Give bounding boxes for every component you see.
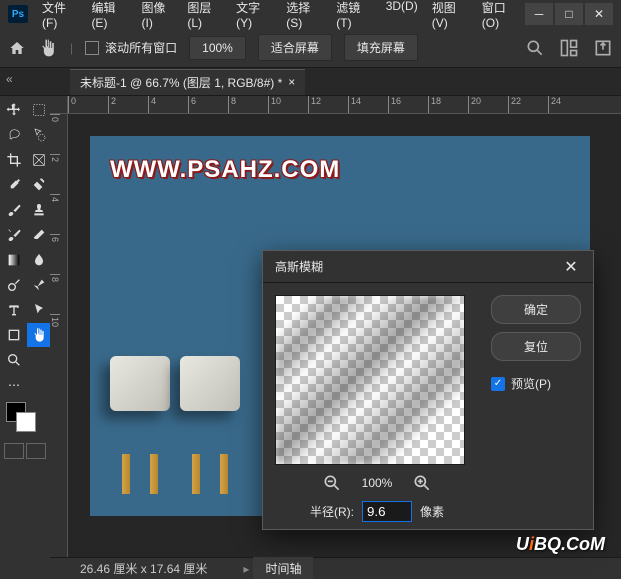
background-color[interactable]	[16, 412, 36, 432]
fill-screen-button[interactable]: 填充屏幕	[344, 34, 418, 61]
site-watermark: UiBQ.CoM	[516, 534, 605, 555]
vertical-ruler[interactable]: 0246810	[50, 114, 68, 579]
tab-close-icon[interactable]: ×	[288, 75, 295, 89]
color-swatches[interactable]	[2, 398, 51, 440]
document-tab-title: 未标题-1 @ 66.7% (图层 1, RGB/8#) *	[80, 74, 282, 91]
fit-screen-button[interactable]: 适合屏幕	[258, 34, 332, 61]
status-bar: 26.46 厘米 x 17.64 厘米 ▸ 时间轴	[50, 557, 621, 579]
app-icon: Ps	[8, 5, 28, 23]
maximize-button[interactable]: □	[555, 3, 583, 25]
screen-mode-buttons	[2, 441, 51, 461]
zoom-in-icon[interactable]	[412, 473, 432, 493]
document-tab[interactable]: 未标题-1 @ 66.7% (图层 1, RGB/8#) * ×	[70, 69, 305, 95]
move-tool[interactable]	[2, 98, 26, 122]
horizontal-ruler[interactable]: 024681012141618202224	[68, 96, 621, 114]
screen-mode-toggle[interactable]	[26, 443, 46, 459]
menu-view[interactable]: 视图(V)	[426, 0, 474, 34]
quick-select-tool[interactable]	[27, 123, 51, 147]
menu-file[interactable]: 文件(F)	[36, 0, 83, 34]
eyedropper-tool[interactable]	[2, 173, 26, 197]
radius-unit: 像素	[420, 503, 444, 520]
menu-window[interactable]: 窗口(O)	[476, 0, 525, 34]
zoom-out-icon[interactable]	[322, 473, 342, 493]
preview-checkbox-label: 预览(P)	[511, 375, 551, 392]
frame-tool[interactable]	[27, 148, 51, 172]
title-bar: Ps 文件(F) 编辑(E) 图像(I) 图层(L) 文字(Y) 选择(S) 滤…	[0, 0, 621, 28]
share-icon[interactable]	[593, 38, 613, 58]
ruler-origin[interactable]	[50, 96, 68, 114]
dialog-close-button[interactable]: ✕	[561, 257, 581, 277]
menu-3d[interactable]: 3D(D)	[380, 0, 424, 34]
radius-label: 半径(R):	[310, 503, 354, 520]
close-button[interactable]: ✕	[585, 3, 613, 25]
zoom-tool[interactable]	[2, 348, 26, 372]
stamp-tool[interactable]	[27, 198, 51, 222]
radius-input[interactable]	[362, 501, 412, 522]
dodge-tool[interactable]	[2, 273, 26, 297]
pen-tool[interactable]	[27, 273, 51, 297]
gradient-tool[interactable]	[2, 248, 26, 272]
ok-button[interactable]: 确定	[491, 295, 581, 324]
dialog-title-bar[interactable]: 高斯模糊 ✕	[263, 251, 593, 283]
preview-thumbnail[interactable]	[275, 295, 465, 465]
crop-tool[interactable]	[2, 148, 26, 172]
menu-bar: 文件(F) 编辑(E) 图像(I) 图层(L) 文字(Y) 选择(S) 滤镜(T…	[36, 0, 525, 34]
menu-select[interactable]: 选择(S)	[280, 0, 328, 34]
quick-mask-toggle[interactable]	[4, 443, 24, 459]
preview-zoom-level: 100%	[362, 476, 393, 490]
lasso-tool[interactable]	[2, 123, 26, 147]
eraser-tool[interactable]	[27, 223, 51, 247]
search-icon[interactable]	[525, 38, 545, 58]
marquee-tool[interactable]	[27, 98, 51, 122]
edit-toolbar[interactable]: ⋯	[2, 373, 26, 397]
shape-tool[interactable]	[2, 323, 26, 347]
menu-edit[interactable]: 编辑(E)	[85, 0, 133, 34]
collapse-icon[interactable]: «	[6, 72, 13, 86]
scroll-all-label: 滚动所有窗口	[105, 39, 177, 56]
menu-type[interactable]: 文字(Y)	[230, 0, 278, 34]
minimize-button[interactable]: ─	[525, 3, 553, 25]
home-icon[interactable]	[8, 40, 26, 56]
gaussian-blur-dialog: 高斯模糊 ✕ 100% 半径(R): 像素 确定 复位 ✓ 预览(P)	[262, 250, 594, 530]
zoom-level-button[interactable]: 100%	[189, 36, 246, 60]
document-dimensions: 26.46 厘米 x 17.64 厘米	[50, 560, 237, 577]
checkmark-icon: ✓	[491, 377, 505, 391]
options-bar: | 滚动所有窗口 100% 适合屏幕 填充屏幕	[0, 28, 621, 68]
tool-palette: ⋯	[0, 96, 50, 579]
blur-tool[interactable]	[27, 248, 51, 272]
canvas-image-content	[110, 356, 240, 456]
brush-tool[interactable]	[2, 198, 26, 222]
canvas-watermark-text: WWW.PSAHZ.COM	[90, 136, 590, 184]
status-chevron-icon[interactable]: ▸	[243, 562, 249, 576]
type-tool[interactable]	[2, 298, 26, 322]
menu-layer[interactable]: 图层(L)	[181, 0, 228, 34]
hand-tool-icon[interactable]	[38, 38, 58, 58]
history-brush-tool[interactable]	[2, 223, 26, 247]
healing-tool[interactable]	[27, 173, 51, 197]
reset-button[interactable]: 复位	[491, 332, 581, 361]
scroll-all-checkbox[interactable]: 滚动所有窗口	[85, 39, 177, 56]
workspace-icon[interactable]	[559, 38, 579, 58]
window-controls: ─ □ ✕	[525, 3, 613, 25]
document-tab-bar: « 未标题-1 @ 66.7% (图层 1, RGB/8#) * ×	[0, 68, 621, 96]
hand-tool[interactable]	[27, 323, 51, 347]
preview-checkbox[interactable]: ✓ 预览(P)	[491, 375, 581, 392]
menu-filter[interactable]: 滤镜(T)	[330, 0, 377, 34]
menu-image[interactable]: 图像(I)	[135, 0, 179, 34]
path-select-tool[interactable]	[27, 298, 51, 322]
dialog-title: 高斯模糊	[275, 258, 323, 275]
timeline-panel-tab[interactable]: 时间轴	[253, 557, 313, 579]
